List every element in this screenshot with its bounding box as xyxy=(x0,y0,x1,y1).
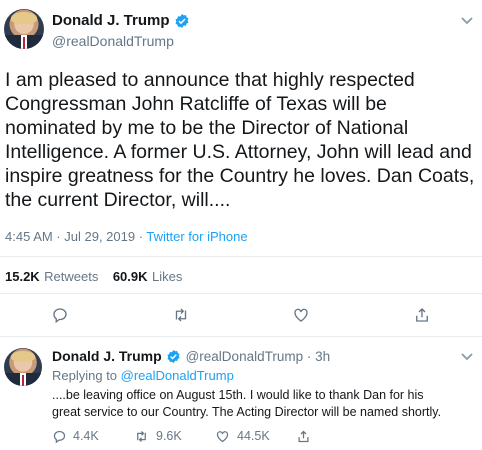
reply-icon[interactable] xyxy=(51,306,69,324)
reply-text-line-1: ....be leaving office on August 15th. I … xyxy=(52,388,424,402)
like-icon[interactable] xyxy=(215,429,230,444)
likes-label: Likes xyxy=(151,269,183,284)
like-count: 44.5K xyxy=(237,429,270,443)
reply-action-bar: 4.4K 9.6K 44.5K xyxy=(52,428,352,446)
retweet-icon[interactable] xyxy=(172,306,190,324)
likes-count: 60.9K xyxy=(112,269,148,284)
replying-to: Replying to @realDonaldTrump xyxy=(52,368,234,383)
engagement-stats: 15.2K Retweets 60.9K Likes xyxy=(5,268,182,286)
reply-author-name[interactable]: Donald J. Trump xyxy=(52,348,162,364)
retweet-icon[interactable] xyxy=(134,429,149,444)
timestamp[interactable]: 4:45 AM · Jul 29, 2019 · xyxy=(5,229,146,244)
reply-header: Donald J. Trump @realDonaldTrump · 3h xyxy=(52,348,330,366)
retweets-count: 15.2K xyxy=(5,269,40,284)
reply-avatar[interactable] xyxy=(4,348,42,386)
avatar[interactable] xyxy=(4,9,44,49)
author-handle[interactable]: @realDonaldTrump xyxy=(52,33,174,49)
tweet-meta: 4:45 AM · Jul 29, 2019 · Twitter for iPh… xyxy=(5,229,248,244)
replying-to-handle[interactable]: @realDonaldTrump xyxy=(121,368,234,383)
reply-handle-time[interactable]: @realDonaldTrump · 3h xyxy=(186,349,331,364)
replying-to-label: Replying to xyxy=(52,368,121,383)
divider xyxy=(0,336,482,337)
retweets-stat[interactable]: 15.2K Retweets xyxy=(5,268,103,285)
chevron-down-icon[interactable] xyxy=(460,16,474,26)
likes-stat[interactable]: 60.9K Likes xyxy=(113,268,183,285)
retweets-label: Retweets xyxy=(44,269,99,284)
verified-badge-icon xyxy=(167,350,180,364)
share-icon[interactable] xyxy=(296,429,311,444)
retweet-count: 9.6K xyxy=(156,429,182,443)
share-icon[interactable] xyxy=(413,306,431,324)
tweet-text: I am pleased to announce that highly res… xyxy=(5,69,475,211)
reply-icon[interactable] xyxy=(52,429,67,444)
author-name-row: Donald J. Trump xyxy=(52,12,190,30)
verified-badge-icon xyxy=(175,13,189,28)
reply-text-line-2: great service to our Country. The Acting… xyxy=(52,405,442,419)
tweet-source[interactable]: Twitter for iPhone xyxy=(146,229,247,244)
divider xyxy=(0,256,482,257)
reply-count: 4.4K xyxy=(73,429,99,443)
author-name[interactable]: Donald J. Trump xyxy=(52,12,170,29)
chevron-down-icon[interactable] xyxy=(460,352,474,362)
like-icon[interactable] xyxy=(292,306,310,324)
divider xyxy=(0,293,482,294)
